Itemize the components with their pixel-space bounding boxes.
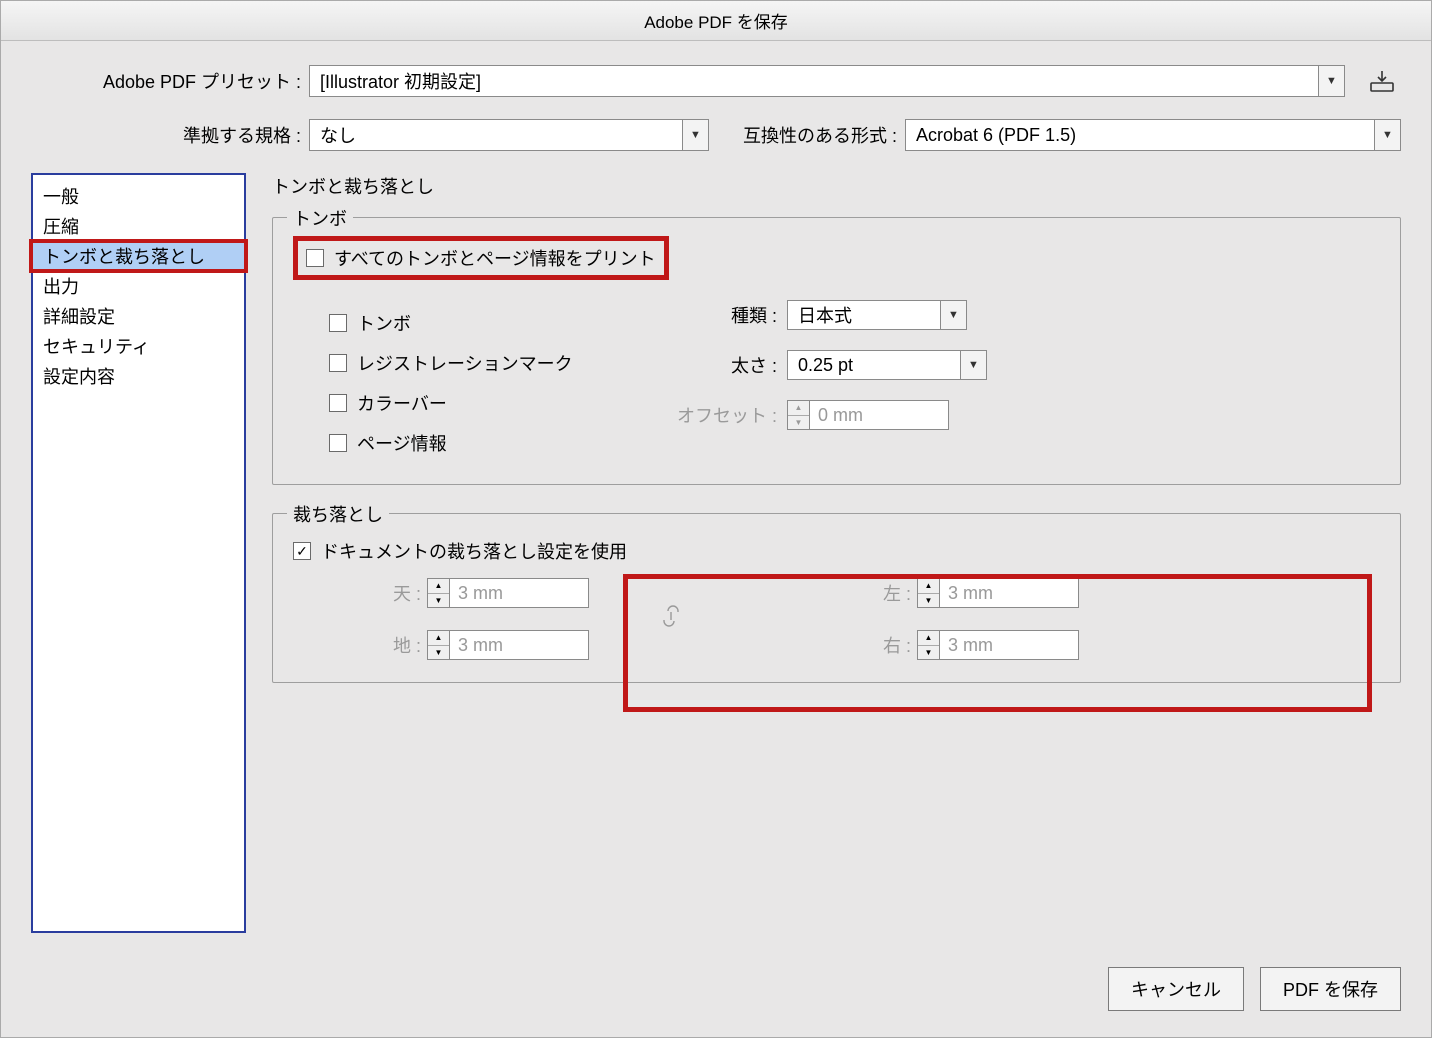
bleed-top-input: 3 mm: [449, 578, 589, 608]
print-all-highlight: すべてのトンボとページ情報をプリント: [293, 236, 669, 280]
chevron-down-icon: ▼: [960, 351, 986, 379]
mark-weight-value: 0.25 pt: [798, 355, 853, 376]
bleed-grid: 天 : ▲▼ 3 mm 地 : ▲▼ 3 mm: [293, 578, 1380, 660]
bleed-bottom-label: 地 :: [373, 632, 421, 658]
standard-label: 準拠する規格 :: [31, 122, 301, 148]
mark-type-value: 日本式: [798, 302, 852, 328]
marks-checkbox-col: トンボ レジストレーションマーク カラーバー: [293, 296, 673, 462]
button-row: キャンセル PDF を保存: [31, 951, 1401, 1017]
stepper-down-icon: ▼: [428, 594, 449, 608]
offset-label: オフセット :: [673, 402, 777, 428]
sidebar-item-marks-bleed[interactable]: トンボと裁ち落とし: [33, 241, 244, 271]
stepper-down-icon: ▼: [788, 416, 809, 430]
use-doc-bleed-label: ドキュメントの裁ち落とし設定を使用: [321, 538, 627, 564]
chevron-down-icon: ▼: [682, 120, 708, 150]
bleed-legend: 裁ち落とし: [287, 501, 389, 527]
bleed-col-right: 左 : ▲▼ 3 mm 右 : ▲▼ 3 mm: [863, 578, 1079, 660]
sidebar-item-compression[interactable]: 圧縮: [33, 211, 244, 241]
stepper-up-icon: ▲: [918, 579, 939, 594]
cancel-button[interactable]: キャンセル: [1108, 967, 1244, 1011]
mark-type-label: 種類 :: [673, 302, 777, 328]
marks-grid: トンボ レジストレーションマーク カラーバー: [293, 296, 1380, 462]
save-preset-icon[interactable]: [1363, 66, 1401, 96]
bleed-right-label: 右 :: [863, 632, 911, 658]
stepper-down-icon: ▼: [428, 646, 449, 660]
compat-label: 互換性のある形式 :: [743, 122, 897, 148]
bleed-top-label: 天 :: [373, 580, 421, 606]
compat-value: Acrobat 6 (PDF 1.5): [916, 125, 1076, 146]
use-doc-bleed-checkbox[interactable]: [293, 542, 311, 560]
save-adobe-pdf-dialog: Adobe PDF を保存 Adobe PDF プリセット : [Illustr…: [0, 0, 1432, 1038]
mark-weight-select[interactable]: 0.25 pt ▼: [787, 350, 987, 380]
mark-type-select[interactable]: 日本式 ▼: [787, 300, 967, 330]
window-title: Adobe PDF を保存: [1, 1, 1431, 41]
color-bars-checkbox[interactable]: [329, 394, 347, 412]
bleed-top-spinner: ▲▼ 3 mm: [427, 578, 589, 608]
bleed-bottom-spinner: ▲▼ 3 mm: [427, 630, 589, 660]
preset-row: Adobe PDF プリセット : [Illustrator 初期設定] ▼: [31, 65, 1401, 97]
save-pdf-button[interactable]: PDF を保存: [1260, 967, 1401, 1011]
page-info-label: ページ情報: [357, 430, 447, 456]
dialog-content: Adobe PDF プリセット : [Illustrator 初期設定] ▼ 準…: [1, 41, 1431, 1037]
chevron-down-icon: ▼: [940, 301, 966, 329]
sidebar: 一般 圧縮 トンボと裁ち落とし 出力 詳細設定 セキュリティ 設定内容: [31, 173, 246, 933]
marks-fieldset: トンボ すべてのトンボとページ情報をプリント トンボ: [272, 217, 1401, 485]
stepper-up-icon: ▲: [428, 631, 449, 646]
stepper-up-icon: ▲: [918, 631, 939, 646]
trim-marks-label: トンボ: [357, 310, 411, 336]
sidebar-item-output[interactable]: 出力: [33, 271, 244, 301]
marks-params-col: 種類 : 日本式 ▼ 太さ : 0.25 pt ▼: [673, 300, 987, 462]
preset-label: Adobe PDF プリセット :: [31, 68, 301, 94]
bleed-right-spinner: ▲▼ 3 mm: [917, 630, 1079, 660]
bleed-left-input: 3 mm: [939, 578, 1079, 608]
preset-select[interactable]: [Illustrator 初期設定] ▼: [309, 65, 1345, 97]
main-panel: トンボと裁ち落とし トンボ すべてのトンボとページ情報をプリント トンボ: [272, 173, 1401, 951]
sidebar-item-general[interactable]: 一般: [33, 181, 244, 211]
chevron-down-icon: ▼: [1374, 120, 1400, 150]
compat-select[interactable]: Acrobat 6 (PDF 1.5) ▼: [905, 119, 1401, 151]
panel-title: トンボと裁ち落とし: [272, 173, 1401, 199]
color-bars-label: カラーバー: [357, 390, 447, 416]
offset-input: 0 mm: [809, 400, 949, 430]
bleed-left-spinner: ▲▼ 3 mm: [917, 578, 1079, 608]
standards-row: 準拠する規格 : なし ▼ 互換性のある形式 : Acrobat 6 (PDF …: [31, 119, 1401, 151]
registration-marks-label: レジストレーションマーク: [357, 350, 573, 376]
bleed-bottom-input: 3 mm: [449, 630, 589, 660]
link-icon: [659, 604, 683, 634]
page-info-checkbox[interactable]: [329, 434, 347, 452]
print-all-checkbox[interactable]: [306, 249, 324, 267]
mark-weight-label: 太さ :: [673, 352, 777, 378]
marks-legend: トンボ: [287, 205, 353, 231]
standard-value: なし: [320, 122, 356, 148]
sidebar-item-summary[interactable]: 設定内容: [33, 361, 244, 391]
sidebar-item-advanced[interactable]: 詳細設定: [33, 301, 244, 331]
stepper-up-icon: ▲: [788, 401, 809, 416]
print-all-label: すべてのトンボとページ情報をプリント: [334, 245, 656, 271]
bleed-right-input: 3 mm: [939, 630, 1079, 660]
sidebar-item-security[interactable]: セキュリティ: [33, 331, 244, 361]
preset-value: [Illustrator 初期設定]: [320, 68, 481, 94]
bleed-left-label: 左 :: [863, 580, 911, 606]
bleed-col-left: 天 : ▲▼ 3 mm 地 : ▲▼ 3 mm: [373, 578, 589, 660]
offset-spinner: ▲▼ 0 mm: [787, 400, 949, 430]
stepper-down-icon: ▼: [918, 646, 939, 660]
bleed-fieldset: 裁ち落とし ドキュメントの裁ち落とし設定を使用 天 : ▲▼ 3 mm: [272, 513, 1401, 683]
trim-marks-checkbox[interactable]: [329, 314, 347, 332]
stepper-down-icon: ▼: [918, 594, 939, 608]
registration-marks-checkbox[interactable]: [329, 354, 347, 372]
chevron-down-icon: ▼: [1318, 66, 1344, 96]
body-area: 一般 圧縮 トンボと裁ち落とし 出力 詳細設定 セキュリティ 設定内容 トンボと…: [31, 173, 1401, 951]
standard-select[interactable]: なし ▼: [309, 119, 709, 151]
stepper-up-icon: ▲: [428, 579, 449, 594]
